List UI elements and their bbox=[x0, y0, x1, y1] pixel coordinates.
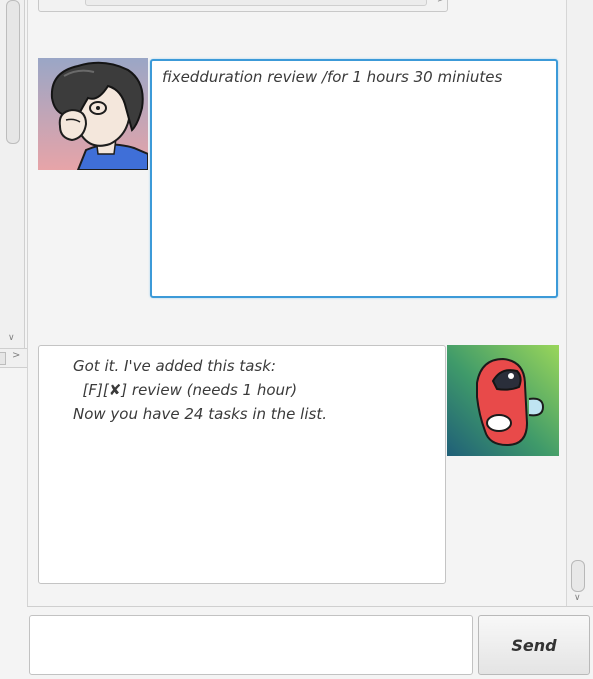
chevron-down-icon[interactable]: ∨ bbox=[8, 333, 15, 343]
bot-message-bubble[interactable]: Got it. I've added this task: [F][✘] rev… bbox=[38, 345, 446, 584]
dialog-vertical-scrollbar[interactable]: ∨ bbox=[566, 0, 593, 606]
previous-message-scroll-thumb[interactable] bbox=[85, 0, 427, 6]
left-vertical-scrollbar[interactable]: ∨ bbox=[0, 0, 25, 348]
chevron-right-icon[interactable]: > bbox=[12, 350, 20, 361]
user-avatar-illustration bbox=[38, 58, 148, 170]
input-row: Send bbox=[27, 606, 593, 679]
bot-avatar bbox=[447, 345, 559, 456]
user-input-field[interactable] bbox=[29, 615, 473, 675]
chevron-right-icon[interactable]: > bbox=[437, 0, 445, 5]
user-avatar bbox=[38, 58, 148, 170]
left-pane: ∨ > bbox=[0, 0, 28, 678]
previous-message-scrollbar[interactable]: > bbox=[38, 0, 448, 12]
left-hscroll-thumb[interactable] bbox=[0, 352, 6, 365]
send-button[interactable]: Send bbox=[478, 615, 590, 675]
left-horizontal-scrollbar[interactable]: > bbox=[0, 348, 27, 368]
user-message-bubble[interactable]: fixedduration review /for 1 hours 30 min… bbox=[150, 59, 558, 298]
bot-avatar-illustration bbox=[447, 345, 559, 456]
chevron-down-icon[interactable]: ∨ bbox=[574, 593, 581, 603]
left-scroll-thumb[interactable] bbox=[6, 0, 20, 144]
dialog-scroll-thumb[interactable] bbox=[571, 560, 585, 592]
bot-message-text: Got it. I've added this task: [F][✘] rev… bbox=[73, 357, 327, 423]
user-message-text: fixedduration review /for 1 hours 30 min… bbox=[162, 68, 503, 86]
dialog-scroll-pane[interactable]: > fixedduration review /for 1 hours 30 m… bbox=[28, 0, 593, 606]
